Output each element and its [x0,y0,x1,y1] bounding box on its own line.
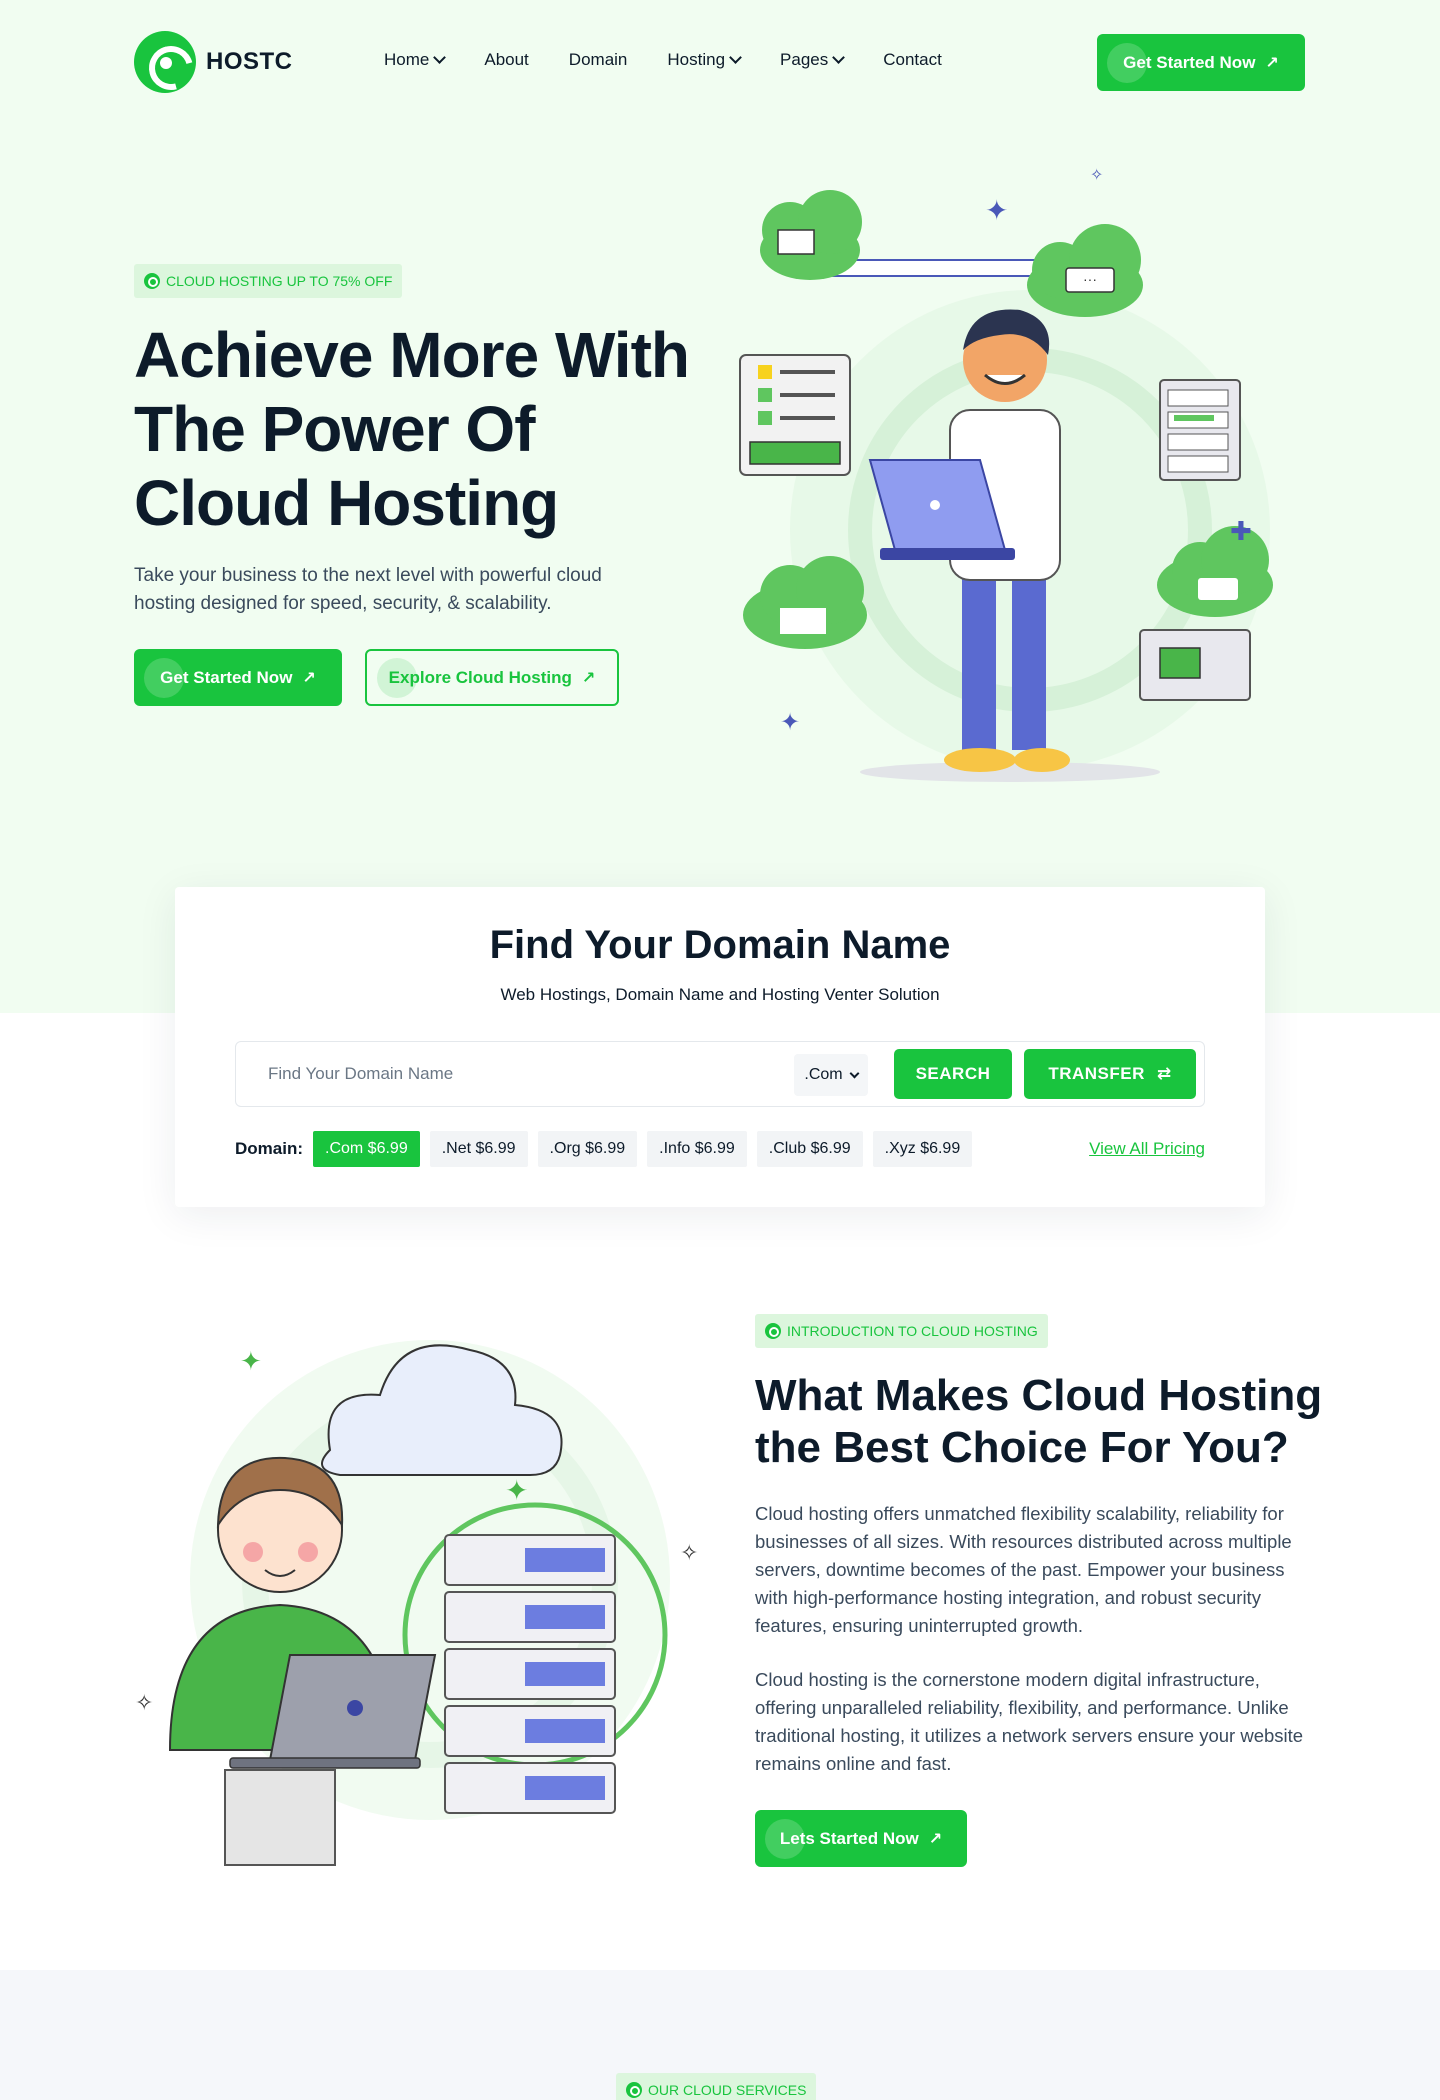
chevron-down-icon [849,1068,860,1078]
svg-text:✦: ✦ [240,1346,262,1376]
header-get-started-button[interactable]: Get Started Now ↗ [1097,34,1305,91]
chevron-down-icon [832,51,846,64]
intro-title: What Makes Cloud Hosting the Best Choice… [755,1371,1323,1472]
arrow-up-right-icon: ↗ [928,1830,943,1848]
badge-logo-icon [144,273,160,289]
nav-home[interactable]: Home [384,50,447,70]
arrow-up-right-icon: ↗ [581,669,596,687]
svg-text:✧: ✧ [135,1690,153,1715]
domain-search-card: Find Your Domain Name Web Hostings, Doma… [175,887,1265,1207]
domain-search-bar: .Com SEARCH TRANSFER ⇄ [235,1041,1205,1107]
nav-hosting-label: Hosting [667,50,726,69]
nav-home-label: Home [384,50,430,69]
arrow-up-right-icon: ↗ [1265,54,1279,72]
main-nav: Home About Domain Hosting Pages Contact [384,50,982,70]
transfer-button[interactable]: TRANSFER ⇄ [1024,1049,1196,1099]
chevron-down-icon [729,51,742,64]
nav-contact-label: Contact [883,50,942,69]
button-glow [144,657,184,698]
domain-label: Domain: [235,1139,303,1158]
nav-about-label: About [484,50,529,69]
hero-description: Take your business to the next level wit… [134,565,602,614]
services-badge: OUR CLOUD SERVICES [616,2073,817,2100]
hero-badge-text: CLOUD HOSTING UP TO 75% OFF [166,273,393,289]
svg-text:✧: ✧ [1090,167,1103,184]
button-glow [765,1818,805,1859]
svg-text:···: ··· [1083,271,1097,287]
logo[interactable]: HOSTC [134,31,293,93]
server-stack-icon [444,1534,616,1814]
transfer-label: TRANSFER [1048,1064,1145,1083]
logo-text: HOSTC [206,48,293,75]
swap-arrows-icon: ⇄ [1156,1064,1172,1083]
cloud-icon [760,190,862,280]
svg-text:✦: ✦ [780,709,800,736]
site-header: HOSTC Home About Domain Hosting Pages Co… [0,0,1440,124]
domain-search-subtitle: Web Hostings, Domain Name and Hosting Ve… [500,985,940,1004]
search-button[interactable]: SEARCH [894,1049,1012,1099]
cloud-icon: ··· [1027,224,1143,317]
nav-hosting[interactable]: Hosting [667,50,742,70]
domain-search-title: Find Your Domain Name [489,923,951,967]
arrow-up-right-icon: ↗ [302,669,316,687]
badge-logo-icon [626,2082,642,2098]
svg-text:✦: ✦ [985,195,1008,226]
tld-chip-info[interactable]: .Info $6.99 [647,1131,747,1167]
nav-domain-label: Domain [568,50,628,69]
tld-pricing-row: Domain: .Com $6.99 .Net $6.99 .Org $6.99… [235,1131,1205,1167]
tld-chip-xyz[interactable]: .Xyz $6.99 [872,1131,973,1167]
nav-pages-label: Pages [780,50,829,69]
badge-logo-icon [765,1323,781,1339]
hero-badge: CLOUD HOSTING UP TO 75% OFF [134,264,403,298]
hero-get-started-button[interactable]: Get Started Now ↗ [134,649,342,706]
chevron-down-icon [433,51,447,64]
button-glow [377,657,417,698]
cloud-icon [743,556,867,649]
hero-title: Achieve More With The Power Of Cloud Hos… [134,319,690,539]
button-glow [1107,42,1147,83]
tld-chip-net[interactable]: .Net $6.99 [429,1131,528,1167]
lets-started-now-button[interactable]: Lets Started Now ↗ [755,1810,967,1867]
nav-contact[interactable]: Contact [883,50,942,70]
nav-pages[interactable]: Pages [780,50,846,70]
tld-chip-club[interactable]: .Club $6.99 [756,1131,863,1167]
hero-illustration: ··· ✦ ✚ ✦ ✧ [739,167,1273,782]
tld-chip-com[interactable]: .Com $6.99 [313,1131,420,1167]
nav-about[interactable]: About [484,50,528,70]
svg-text:✧: ✧ [680,1540,698,1565]
explore-cloud-hosting-button[interactable]: Explore Cloud Hosting ↗ [365,649,619,706]
intro-illustration: ✦ ✦ ✧ ✧ [135,1340,698,1866]
intro-badge: INTRODUCTION TO CLOUD HOSTING [755,1314,1048,1348]
logo-icon [134,31,196,93]
intro-paragraph-2: Cloud hosting is the cornerstone modern … [755,1669,1304,1774]
svg-text:✦: ✦ [505,1475,528,1506]
services-badge-text: OUR CLOUD SERVICES [648,2082,807,2098]
tld-dropdown[interactable]: .Com [794,1054,868,1096]
tld-dropdown-value: .Com [804,1066,843,1083]
view-all-pricing-link[interactable]: View All Pricing [1089,1139,1205,1159]
tld-chip-org[interactable]: .Org $6.99 [537,1131,638,1167]
intro-badge-text: INTRODUCTION TO CLOUD HOSTING [787,1323,1038,1339]
domain-search-input[interactable] [268,1059,768,1089]
svg-text:✚: ✚ [1230,516,1252,546]
intro-paragraph-1: Cloud hosting offers unmatched flexibili… [755,1503,1292,1636]
nav-domain[interactable]: Domain [569,50,628,70]
